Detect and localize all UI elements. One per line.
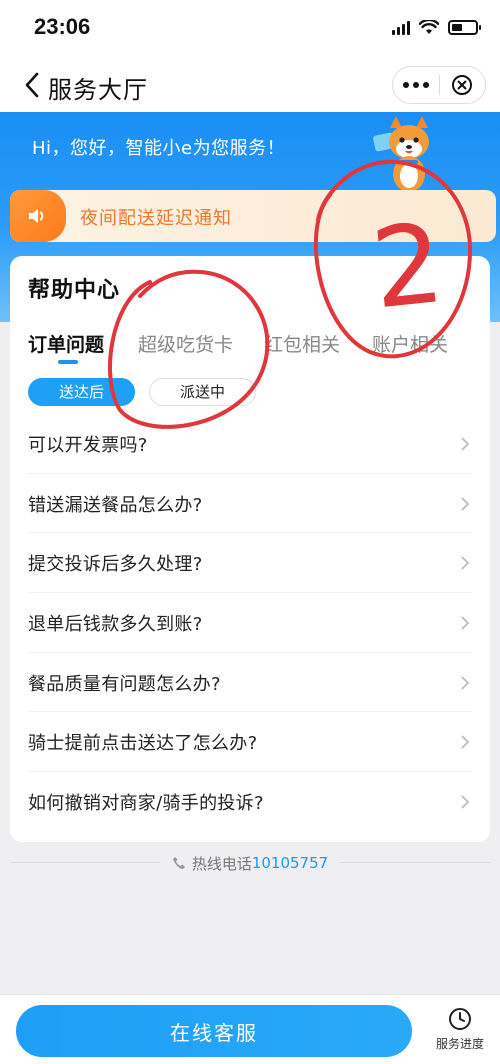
faq-question: 提交投诉后多久处理? bbox=[28, 554, 203, 576]
hotline: 热线电话 10105757 bbox=[0, 850, 500, 876]
faq-item[interactable]: 骑士提前点击送达了怎么办? bbox=[10, 712, 490, 772]
chevron-right-icon bbox=[461, 437, 470, 451]
mini-program-capsule bbox=[392, 66, 486, 104]
faq-question: 错送漏送餐品怎么办? bbox=[28, 494, 203, 516]
faq-item[interactable]: 提交投诉后多久处理? bbox=[10, 533, 490, 593]
chevron-right-icon bbox=[461, 676, 470, 690]
status-chips: 送达后 派送中 bbox=[28, 378, 257, 406]
hotline-label: 热线电话 bbox=[191, 854, 252, 873]
help-center-card: 帮助中心 订单问题 超级吃货卡 红包相关 账户相关 送达后 派送中 可以开发票吗… bbox=[10, 256, 490, 842]
chevron-right-icon bbox=[461, 616, 470, 630]
tab-super-foodie-card[interactable]: 超级吃货卡 bbox=[138, 330, 233, 357]
faq-item[interactable]: 可以开发票吗? bbox=[10, 414, 490, 474]
status-time: 23:06 bbox=[34, 14, 91, 39]
category-tabs: 订单问题 超级吃货卡 红包相关 账户相关 bbox=[10, 326, 490, 366]
hotline-number[interactable]: 10105757 bbox=[252, 854, 328, 872]
mascot-dog-icon bbox=[373, 116, 429, 192]
faq-list: 可以开发票吗? 错送漏送餐品怎么办? 提交投诉后多久处理? 退单后钱款多久到账?… bbox=[10, 414, 490, 832]
wifi-icon bbox=[419, 20, 439, 34]
chip-in-delivery[interactable]: 派送中 bbox=[149, 378, 257, 406]
faq-question: 退单后钱款多久到账? bbox=[28, 613, 203, 635]
service-progress-label: 服务进度 bbox=[435, 1037, 484, 1051]
speaker-icon bbox=[10, 190, 66, 242]
tab-red-packet[interactable]: 红包相关 bbox=[264, 330, 340, 357]
tab-order-issues[interactable]: 订单问题 bbox=[28, 330, 104, 357]
help-center-title: 帮助中心 bbox=[28, 278, 121, 303]
more-dots-icon[interactable] bbox=[393, 67, 439, 103]
online-customer-service-button[interactable]: 在线客服 bbox=[16, 1005, 412, 1057]
phone-icon bbox=[172, 857, 185, 869]
back-arrow-icon[interactable] bbox=[20, 70, 46, 100]
status-icons bbox=[392, 20, 481, 35]
faq-item[interactable]: 退单后钱款多久到账? bbox=[10, 593, 490, 653]
chevron-right-icon bbox=[461, 795, 470, 809]
clock-icon bbox=[449, 1008, 471, 1030]
faq-item[interactable]: 错送漏送餐品怎么办? bbox=[10, 474, 490, 534]
nav-bar: 服务大厅 bbox=[0, 58, 500, 112]
notice-bar[interactable]: 夜间配送延迟通知 bbox=[10, 190, 496, 242]
faq-question: 如何撤销对商家/骑手的投诉? bbox=[28, 792, 264, 814]
signal-icon bbox=[392, 20, 410, 35]
hotline-divider-left bbox=[10, 862, 160, 863]
battery-icon bbox=[448, 20, 481, 35]
faq-item[interactable]: 餐品质量有问题怎么办? bbox=[10, 653, 490, 713]
chevron-right-icon bbox=[461, 735, 470, 750]
page-title: 服务大厅 bbox=[48, 76, 148, 104]
chevron-right-icon bbox=[461, 556, 470, 571]
tab-account[interactable]: 账户相关 bbox=[372, 330, 448, 357]
service-progress-button[interactable]: 服务进度 bbox=[428, 1007, 492, 1059]
bottom-bar: 在线客服 服务进度 bbox=[0, 994, 500, 1064]
hotline-divider-right bbox=[340, 862, 490, 863]
faq-question: 餐品质量有问题怎么办? bbox=[28, 673, 221, 695]
faq-question: 骑士提前点击送达了怎么办? bbox=[28, 733, 258, 755]
greeting-text: Hi，您好，智能小e为您服务！ bbox=[32, 138, 286, 159]
close-circle-icon[interactable] bbox=[439, 67, 485, 103]
faq-item[interactable]: 如何撤销对商家/骑手的投诉? bbox=[10, 772, 490, 832]
notice-text: 夜间配送延迟通知 bbox=[80, 208, 232, 229]
chevron-right-icon bbox=[461, 497, 470, 511]
active-tab-indicator bbox=[58, 360, 78, 364]
status-bar: 23:06 bbox=[0, 0, 500, 58]
faq-question: 可以开发票吗? bbox=[28, 434, 148, 456]
chip-after-delivery[interactable]: 送达后 bbox=[28, 378, 136, 406]
